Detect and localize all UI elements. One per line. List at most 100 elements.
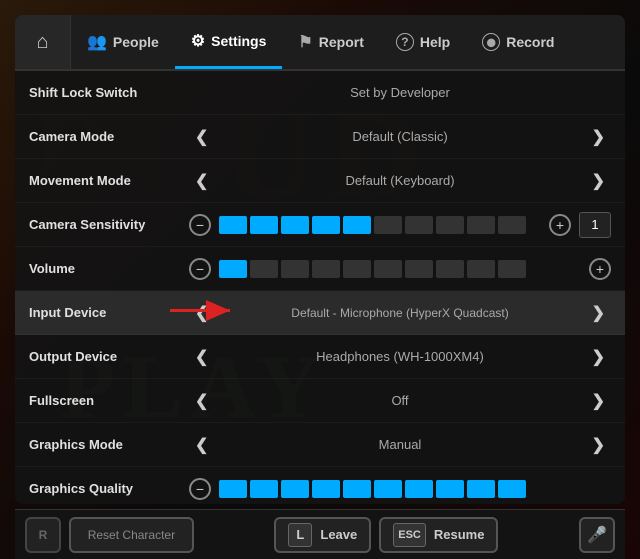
camera-mode-next[interactable]: ❯ xyxy=(586,125,611,149)
gq-seg-6 xyxy=(374,480,402,498)
input-device-value: Default - Microphone (HyperX Quadcast) xyxy=(222,306,577,320)
graphics-mode-prev[interactable]: ❮ xyxy=(189,433,214,457)
output-device-prev[interactable]: ❮ xyxy=(189,345,214,369)
camera-sensitivity-control: − + 1 xyxy=(189,212,611,238)
report-icon: ⚑ xyxy=(298,32,312,52)
shift-lock-value: Set by Developer xyxy=(189,85,611,100)
vol-seg-1 xyxy=(219,260,247,278)
vol-seg-9 xyxy=(467,260,495,278)
row-fullscreen: Fullscreen ❮ Off ❯ xyxy=(15,379,625,423)
nav-help-label: Help xyxy=(420,34,450,50)
gq-seg-3 xyxy=(281,480,309,498)
vol-seg-10 xyxy=(498,260,526,278)
fullscreen-next[interactable]: ❯ xyxy=(586,389,611,413)
graphics-quality-minus[interactable]: − xyxy=(189,478,211,500)
fullscreen-prev[interactable]: ❮ xyxy=(189,389,214,413)
nav-report-label: Report xyxy=(319,34,364,50)
output-device-next[interactable]: ❯ xyxy=(586,345,611,369)
settings-list: Shift Lock Switch Set by Developer Camer… xyxy=(15,71,625,504)
camera-mode-label: Camera Mode xyxy=(29,129,189,144)
camera-sensitivity-label: Camera Sensitivity xyxy=(29,217,189,232)
graphics-mode-value: Manual xyxy=(222,437,577,452)
input-device-label: Input Device xyxy=(29,305,189,320)
volume-label: Volume xyxy=(29,261,189,276)
row-shift-lock: Shift Lock Switch Set by Developer xyxy=(15,71,625,115)
nav-people-label: People xyxy=(113,34,159,50)
bottom-bar: R Reset Character L Leave ESC Resume 🎤 xyxy=(15,509,625,559)
mic-button[interactable]: 🎤 xyxy=(579,517,615,553)
graphics-quality-label: Graphics Quality xyxy=(29,481,189,496)
leave-button[interactable]: L Leave xyxy=(274,517,371,553)
seg-1 xyxy=(219,216,247,234)
volume-plus[interactable]: + xyxy=(589,258,611,280)
gq-seg-4 xyxy=(312,480,340,498)
row-camera-sensitivity: Camera Sensitivity − xyxy=(15,203,625,247)
movement-mode-value: Default (Keyboard) xyxy=(222,173,577,188)
nav-help[interactable]: ? Help xyxy=(380,15,466,69)
vol-seg-4 xyxy=(312,260,340,278)
volume-minus[interactable]: − xyxy=(189,258,211,280)
leave-key: L xyxy=(288,523,312,547)
vol-seg-7 xyxy=(405,260,433,278)
graphics-mode-next[interactable]: ❯ xyxy=(586,433,611,457)
reset-character-button[interactable]: Reset Character xyxy=(69,517,194,553)
movement-mode-control: ❮ Default (Keyboard) ❯ xyxy=(189,169,611,193)
nav-report[interactable]: ⚑ Report xyxy=(282,15,379,69)
movement-mode-next[interactable]: ❯ xyxy=(586,169,611,193)
graphics-quality-slider[interactable] xyxy=(219,480,611,498)
record-icon: ⬤ xyxy=(482,33,500,51)
nav-record-label: Record xyxy=(506,34,554,50)
content-area: Shift Lock Switch Set by Developer Camer… xyxy=(15,71,625,504)
camera-mode-prev[interactable]: ❮ xyxy=(189,125,214,149)
resume-button[interactable]: ESC Resume xyxy=(379,517,498,553)
vol-seg-6 xyxy=(374,260,402,278)
output-device-label: Output Device xyxy=(29,349,189,364)
movement-mode-prev[interactable]: ❮ xyxy=(189,169,214,193)
settings-icon: ⚙ xyxy=(191,31,205,51)
home-icon: ⌂ xyxy=(36,31,48,54)
esc-key: ESC xyxy=(393,523,426,547)
camera-sensitivity-slider[interactable] xyxy=(219,216,541,234)
output-device-control: ❮ Headphones (WH-1000XM4) ❯ xyxy=(189,345,611,369)
leave-label: Leave xyxy=(320,527,357,542)
input-device-next[interactable]: ❯ xyxy=(586,301,611,325)
output-device-value: Headphones (WH-1000XM4) xyxy=(222,349,577,364)
help-icon: ? xyxy=(396,33,414,51)
camera-sensitivity-minus[interactable]: − xyxy=(189,214,211,236)
gq-seg-1 xyxy=(219,480,247,498)
nav-record[interactable]: ⬤ Record xyxy=(466,15,570,69)
volume-slider[interactable] xyxy=(219,260,581,278)
navbar: ⌂ 👥 People ⚙ Settings ⚑ Report ? Help ⬤ … xyxy=(15,15,625,71)
input-device-control: ❮ Default - Microphone (HyperX Quadcast)… xyxy=(189,301,611,325)
fullscreen-label: Fullscreen xyxy=(29,393,189,408)
reset-key-label: R xyxy=(39,528,48,542)
seg-7 xyxy=(405,216,433,234)
camera-sensitivity-plus[interactable]: + xyxy=(549,214,571,236)
vol-seg-2 xyxy=(250,260,278,278)
nav-settings[interactable]: ⚙ Settings xyxy=(175,15,283,69)
red-arrow-indicator xyxy=(170,299,240,326)
seg-6 xyxy=(374,216,402,234)
movement-mode-label: Movement Mode xyxy=(29,173,189,188)
nav-people[interactable]: 👥 People xyxy=(71,15,175,69)
seg-2 xyxy=(250,216,278,234)
row-graphics-mode: Graphics Mode ❮ Manual ❯ xyxy=(15,423,625,467)
seg-9 xyxy=(467,216,495,234)
seg-8 xyxy=(436,216,464,234)
mic-icon: 🎤 xyxy=(587,525,607,545)
camera-mode-value: Default (Classic) xyxy=(222,129,577,144)
main-panel: ⌂ 👥 People ⚙ Settings ⚑ Report ? Help ⬤ … xyxy=(15,15,625,504)
vol-seg-5 xyxy=(343,260,371,278)
seg-3 xyxy=(281,216,309,234)
gq-seg-7 xyxy=(405,480,433,498)
home-button[interactable]: ⌂ xyxy=(15,15,71,69)
people-icon: 👥 xyxy=(87,32,107,52)
seg-5 xyxy=(343,216,371,234)
volume-control: − + xyxy=(189,258,611,280)
row-camera-mode: Camera Mode ❮ Default (Classic) ❯ xyxy=(15,115,625,159)
graphics-quality-control: − xyxy=(189,478,611,500)
graphics-mode-control: ❮ Manual ❯ xyxy=(189,433,611,457)
reset-character-label: Reset Character xyxy=(88,528,175,542)
camera-sensitivity-number: 1 xyxy=(579,212,611,238)
graphics-mode-label: Graphics Mode xyxy=(29,437,189,452)
